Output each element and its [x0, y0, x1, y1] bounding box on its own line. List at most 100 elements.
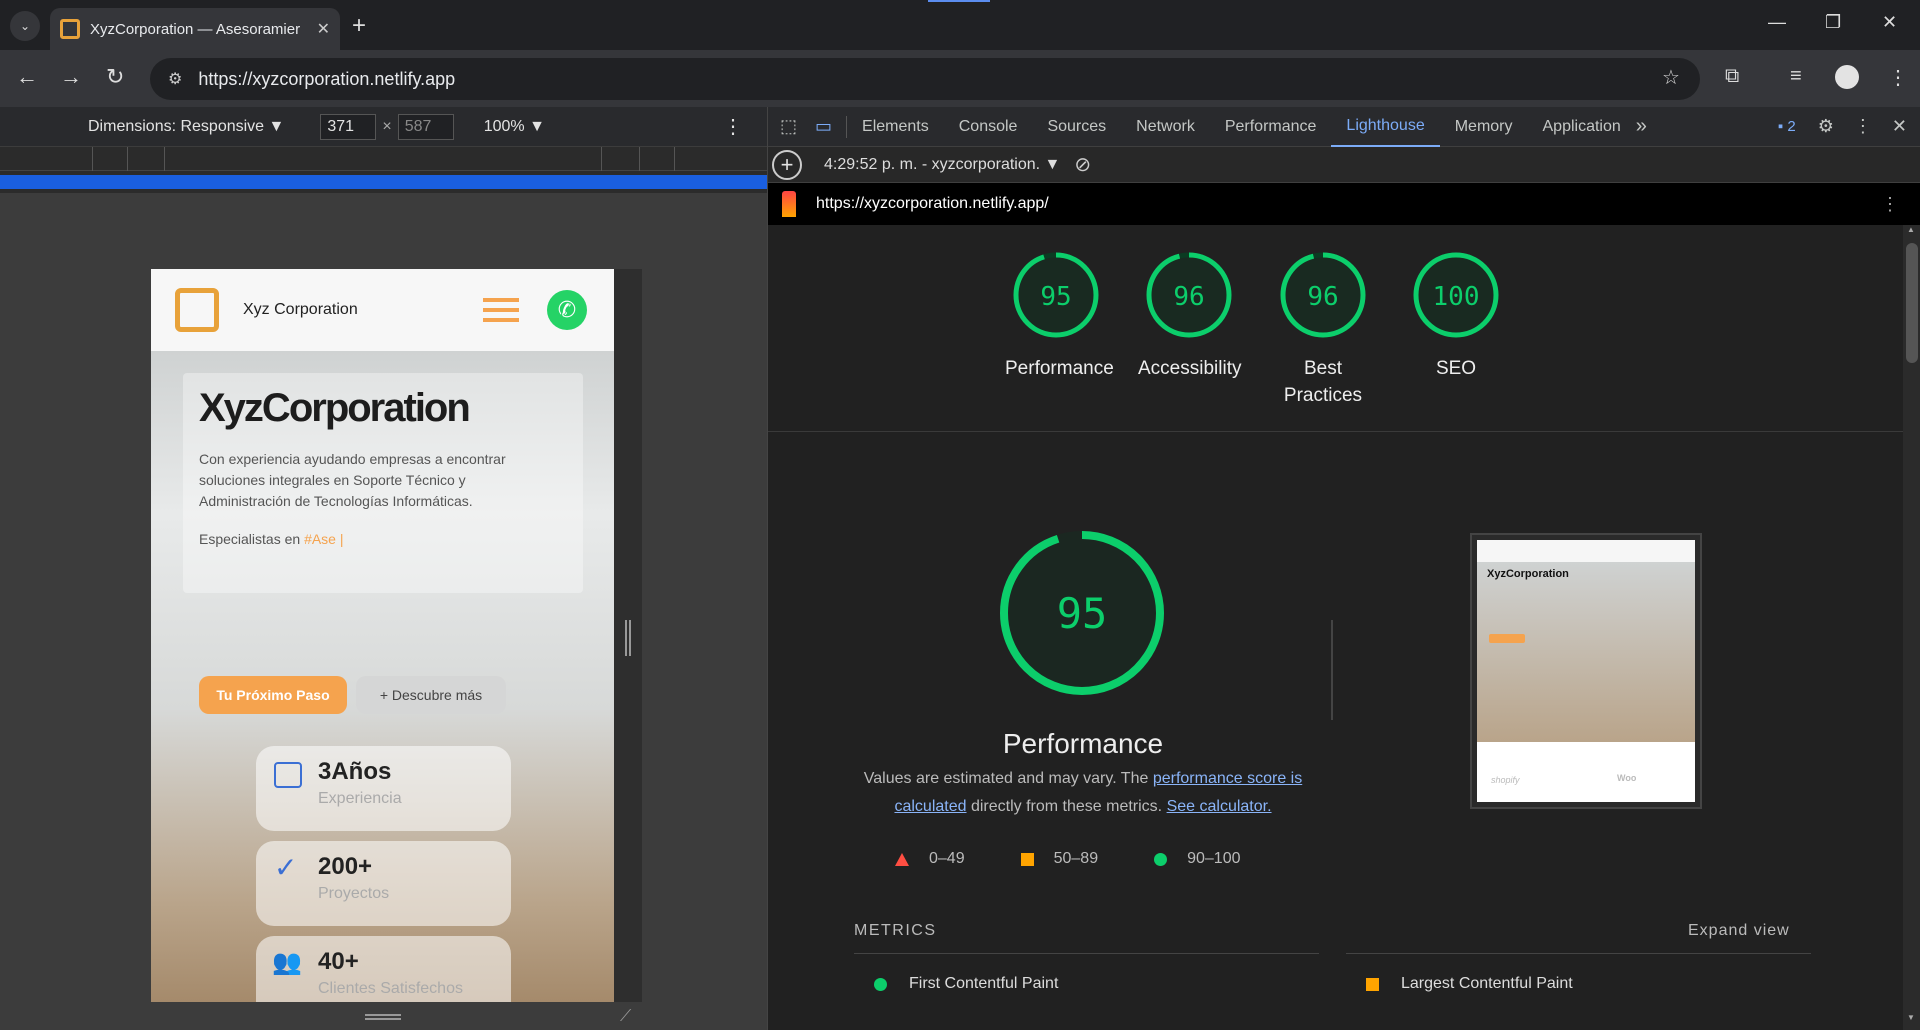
resize-handle-bottom[interactable] — [365, 1014, 401, 1020]
toolbar: ← → ↻ ⚙ https://xyzcorporation.netlify.a… — [0, 50, 1920, 107]
main-category-title: Performance — [1002, 728, 1164, 759]
calculator-link[interactable]: See calculator. — [1167, 798, 1272, 815]
window-drag-indicator — [928, 0, 990, 2]
tab-network[interactable]: Network — [1121, 107, 1210, 147]
close-tab-icon[interactable]: ✕ — [317, 19, 330, 39]
address-bar[interactable]: ⚙ https://xyzcorporation.netlify.app — [150, 58, 1700, 100]
restore-icon[interactable]: ❐ — [1825, 12, 1841, 33]
square-icon — [1020, 852, 1034, 866]
resize-handle-right[interactable] — [625, 620, 631, 656]
tab-lighthouse[interactable]: Lighthouse — [1331, 107, 1440, 147]
hero-description: Con experiencia ayudando empresas a enco… — [199, 451, 506, 509]
triangle-icon — [895, 852, 909, 866]
back-icon[interactable]: ← — [16, 64, 38, 90]
gauge-label: Accessibility — [1138, 358, 1242, 379]
tab-search-chevron-icon[interactable]: ⌄ — [10, 11, 40, 41]
close-devtools-icon[interactable]: ✕ — [1892, 116, 1907, 137]
media-icon[interactable]: ≡ — [1790, 65, 1802, 88]
zoom-select[interactable]: 100% ▼ — [484, 118, 545, 136]
metric-lcp: Largest Contentful Paint — [1366, 975, 1573, 993]
expand-view-toggle[interactable]: Expand view — [1688, 922, 1790, 940]
profile-avatar-icon[interactable] — [1835, 65, 1859, 89]
stat-card-years: 3Años Experiencia — [256, 746, 511, 831]
legend-fail: 0–49 — [895, 850, 965, 868]
resize-corner-icon[interactable]: ⟋ — [620, 1008, 631, 1026]
metric-fcp: First Contentful Paint — [874, 975, 1058, 993]
users-group-icon: 👥 — [272, 949, 302, 976]
gauge-ring: 96 — [1146, 252, 1232, 338]
browser-tab[interactable]: XyzCorporation — Asesoramier ✕ — [50, 8, 340, 50]
site-favicon-icon — [60, 19, 80, 39]
menu-kebab-icon[interactable]: ⋮ — [1888, 65, 1908, 90]
discover-more-button[interactable]: + Descubre más — [356, 676, 506, 714]
site-header: Xyz Corporation ✆ — [151, 269, 614, 351]
scrollbar-thumb[interactable] — [1906, 243, 1918, 363]
report-url: https://xyzcorporation.netlify.app/ — [816, 195, 1049, 212]
mobile-preview: Xyz Corporation ✆ XyzCorporation Con exp… — [151, 269, 614, 1002]
whatsapp-icon[interactable]: ✆ — [547, 290, 587, 330]
gauge-performance[interactable]: 95 Performance — [991, 247, 1121, 382]
lighthouse-toolbar: + 4:29:52 p. m. - xyzcorporation. ▼ ⊘ — [768, 147, 1920, 183]
device-toolbar: Dimensions: Responsive ▼ 371 × 587 100% … — [0, 107, 767, 147]
svg-text:96: 96 — [1307, 282, 1338, 312]
gauge-label: Performance — [1005, 358, 1114, 379]
new-report-icon[interactable]: + — [772, 149, 802, 180]
hero-section: XyzCorporation Con experiencia ayudando … — [151, 351, 614, 1002]
gauge-seo[interactable]: 100 SEO — [1391, 247, 1521, 382]
height-input[interactable]: 587 — [397, 113, 454, 140]
final-screenshot: XyzCorporation shopify Woo — [1470, 533, 1702, 809]
tab-console[interactable]: Console — [944, 107, 1033, 147]
lighthouse-logo-icon — [782, 191, 796, 217]
gauge-ring: 96 — [1280, 252, 1366, 338]
devtools-menu-icon[interactable]: ⋮ — [1854, 116, 1872, 137]
clear-reports-icon[interactable]: ⊘ — [1074, 152, 1091, 177]
hamburger-menu-icon[interactable] — [483, 298, 519, 322]
gauge-label: Best Practices — [1283, 358, 1363, 406]
tab-performance[interactable]: Performance — [1210, 107, 1332, 147]
report-menu-icon[interactable]: ⋮ — [1881, 194, 1899, 215]
dimensions-select[interactable]: Dimensions: Responsive ▼ — [88, 118, 284, 136]
next-step-button[interactable]: Tu Próximo Paso — [199, 676, 347, 714]
new-tab-icon[interactable]: + — [352, 12, 366, 40]
more-tabs-icon[interactable]: » — [1636, 115, 1647, 138]
close-window-icon[interactable]: ✕ — [1882, 12, 1897, 33]
forward-icon[interactable]: → — [60, 64, 82, 90]
inspect-element-icon[interactable]: ⬚ — [780, 116, 797, 137]
width-input[interactable]: 371 — [320, 113, 377, 140]
settings-gear-icon[interactable]: ⚙ — [1818, 116, 1834, 137]
gauge-ring: 100 — [1413, 252, 1499, 338]
url-text: https://xyzcorporation.netlify.app — [198, 68, 456, 89]
specialists-line: Especialistas en #Ase | — [199, 531, 344, 547]
site-logo-icon — [175, 288, 219, 332]
tab-sources[interactable]: Sources — [1032, 107, 1121, 147]
issues-badge[interactable]: ▪ 2 — [1778, 118, 1796, 135]
site-info-icon[interactable]: ⚙ — [168, 69, 182, 89]
svg-text:95: 95 — [1040, 282, 1071, 312]
title-bar: ⌄ XyzCorporation — Asesoramier ✕ + — ❐ ✕ — [0, 0, 1920, 50]
tab-elements[interactable]: Elements — [847, 107, 944, 147]
thumb-title: XyzCorporation — [1487, 568, 1569, 580]
report-select[interactable]: 4:29:52 p. m. - xyzcorporation. ▼ — [824, 156, 1060, 174]
gauge-best-practices[interactable]: 96 Best Practices — [1258, 247, 1388, 409]
extensions-icon[interactable]: ⧉ — [1725, 65, 1739, 88]
tab-title: XyzCorporation — Asesoramier — [90, 20, 301, 38]
bookmark-star-icon[interactable]: ☆ — [1662, 65, 1680, 90]
stat-card-projects: ✓ 200+ Proyectos — [256, 841, 511, 926]
reload-icon[interactable]: ↻ — [106, 64, 124, 90]
tab-application[interactable]: Application — [1528, 107, 1636, 147]
device-toggle-icon[interactable]: ▭ — [815, 116, 832, 137]
legend-pass: 90–100 — [1154, 850, 1240, 868]
metrics-header: METRICS — [854, 922, 937, 939]
devtools-tab-strip: ⬚ ▭ Elements Console Sources Network Per… — [768, 107, 1920, 147]
performance-main-gauge: 95 — [1000, 531, 1164, 695]
media-query-ruler — [0, 147, 767, 171]
report-scrollbar[interactable]: ▲ ▼ — [1903, 225, 1920, 1030]
average-square-icon — [1366, 977, 1379, 991]
gauge-accessibility[interactable]: 96 Accessibility — [1124, 247, 1254, 382]
performance-description: Values are estimated and may vary. The p… — [863, 770, 1303, 815]
minimize-icon[interactable]: — — [1768, 12, 1786, 33]
tab-memory[interactable]: Memory — [1440, 107, 1528, 147]
pass-circle-icon — [874, 977, 887, 991]
circle-icon — [1154, 852, 1168, 866]
device-more-icon[interactable]: ⋮ — [723, 114, 743, 139]
